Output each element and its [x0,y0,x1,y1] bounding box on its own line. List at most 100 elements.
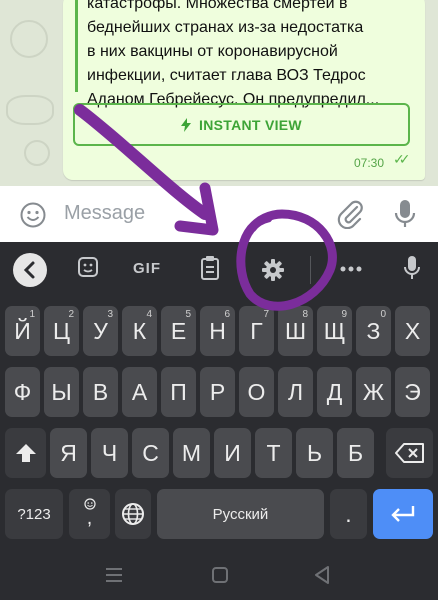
key-label: Ц [52,317,70,344]
key-label: З [366,317,381,344]
key-label: Л [287,378,304,405]
message-input[interactable]: Message [64,202,145,225]
instant-view-button[interactable]: INSTANT VIEW [73,103,410,146]
key-hint: 0 [380,309,386,320]
link-preview-bar [75,0,78,92]
key-label: Щ [323,317,346,344]
key-label: Т [266,439,281,466]
period-key[interactable]: . [330,489,367,539]
key[interactable]: Ж [356,367,391,417]
key-label: С [142,439,159,466]
keyboard-back-button[interactable] [13,253,47,287]
key[interactable]: Ф [5,367,40,417]
key-label: , [86,507,93,529]
instant-view-label: INSTANT VIEW [199,116,302,133]
key-label: Ф [13,378,32,405]
key[interactable]: 0З [356,306,391,356]
key[interactable]: 2Ц [44,306,79,356]
gear-icon[interactable] [262,259,284,281]
attach-icon[interactable] [337,199,363,229]
key-label: Е [170,317,187,344]
backspace-icon [394,443,424,463]
back-icon [23,261,35,279]
key[interactable]: И [214,428,251,478]
menu-icon[interactable] [106,568,122,582]
back-nav-icon[interactable] [314,566,330,584]
enter-icon [391,506,415,522]
key[interactable]: Ч [91,428,128,478]
key[interactable]: О [239,367,274,417]
key[interactable]: М [173,428,210,478]
key[interactable]: 6Н [200,306,235,356]
key[interactable]: Т [255,428,292,478]
key[interactable]: 7Г [239,306,274,356]
chat-area: катастрофы. Множества смертей в беднейши… [0,0,438,186]
key-hint: 1 [29,309,35,320]
key[interactable]: 5Е [161,306,196,356]
key[interactable]: 8Ш [278,306,313,356]
sticker-icon[interactable] [77,256,99,278]
gif-button[interactable]: GIF [133,260,161,277]
emoji-comma-key[interactable]: , [69,489,110,539]
key-label: П [170,378,187,405]
key-hint: 7 [263,309,269,320]
key-hint: 6 [224,309,230,320]
key[interactable]: Ы [44,367,79,417]
key-label: Э [404,378,421,405]
key[interactable]: 3У [83,306,118,356]
key[interactable]: Ь [296,428,333,478]
key[interactable]: Я [50,428,87,478]
mic-icon[interactable] [403,255,421,281]
message-time: 07:30 [354,156,385,170]
key-hint: 5 [185,309,191,320]
key[interactable]: Р [200,367,235,417]
key-label: Ь [306,439,323,466]
enter-key[interactable] [373,489,433,539]
language-key[interactable] [115,489,151,539]
key-label: Ж [362,378,385,405]
key[interactable]: 9Щ [317,306,352,356]
key[interactable]: Х [395,306,430,356]
shift-icon [15,444,36,462]
key-label: У [93,317,108,344]
key[interactable]: В [83,367,118,417]
voice-message-icon[interactable] [393,198,417,230]
emoji-icon[interactable] [20,202,46,228]
clipboard-icon[interactable] [200,255,220,281]
key-label: Р [209,378,226,405]
key-label: Б [347,439,364,466]
key[interactable]: 4К [122,306,157,356]
key-hint: 2 [68,309,74,320]
message-line: беднейших странах из-за недостатка [87,19,364,36]
symbols-key[interactable]: ?123 [5,489,63,539]
message-line: в них вакцины от коронавирусной [87,43,338,60]
backspace-key[interactable] [386,428,433,478]
key[interactable]: 1Й [5,306,40,356]
key[interactable]: Б [337,428,374,478]
key[interactable]: Л [278,367,313,417]
message-line: инфекции, считает глава ВОЗ Тедрос [87,67,366,84]
key[interactable]: А [122,367,157,417]
key[interactable]: Э [395,367,430,417]
key-label: ?123 [17,505,51,523]
message-text: катастрофы. Множества смертей в беднейши… [87,0,417,112]
key[interactable]: П [161,367,196,417]
shift-key[interactable] [5,428,46,478]
key-label: Я [60,439,77,466]
key-label: И [224,439,241,466]
lightning-icon [181,117,192,132]
space-key[interactable]: Русский [157,489,324,539]
keyboard-toolbar: GIF [0,242,438,298]
key-label: К [132,317,147,344]
system-nav-bar [0,552,438,600]
key-label: А [131,378,148,405]
home-icon[interactable] [212,567,228,583]
key-label: О [247,378,266,405]
key-label: М [181,439,202,466]
key-label: Ы [51,378,72,405]
key[interactable]: С [132,428,169,478]
key-label: Ш [284,317,307,344]
more-icon[interactable] [340,266,362,272]
key[interactable]: Д [317,367,352,417]
key-label: Д [326,378,343,405]
